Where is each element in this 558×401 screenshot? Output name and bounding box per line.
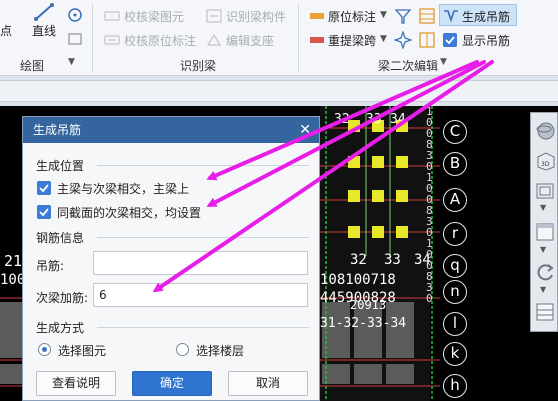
arrow-to-stirrup-input [152, 60, 494, 293]
annotation-arrows [152, 60, 494, 293]
arrow-to-same-section [206, 60, 486, 207]
